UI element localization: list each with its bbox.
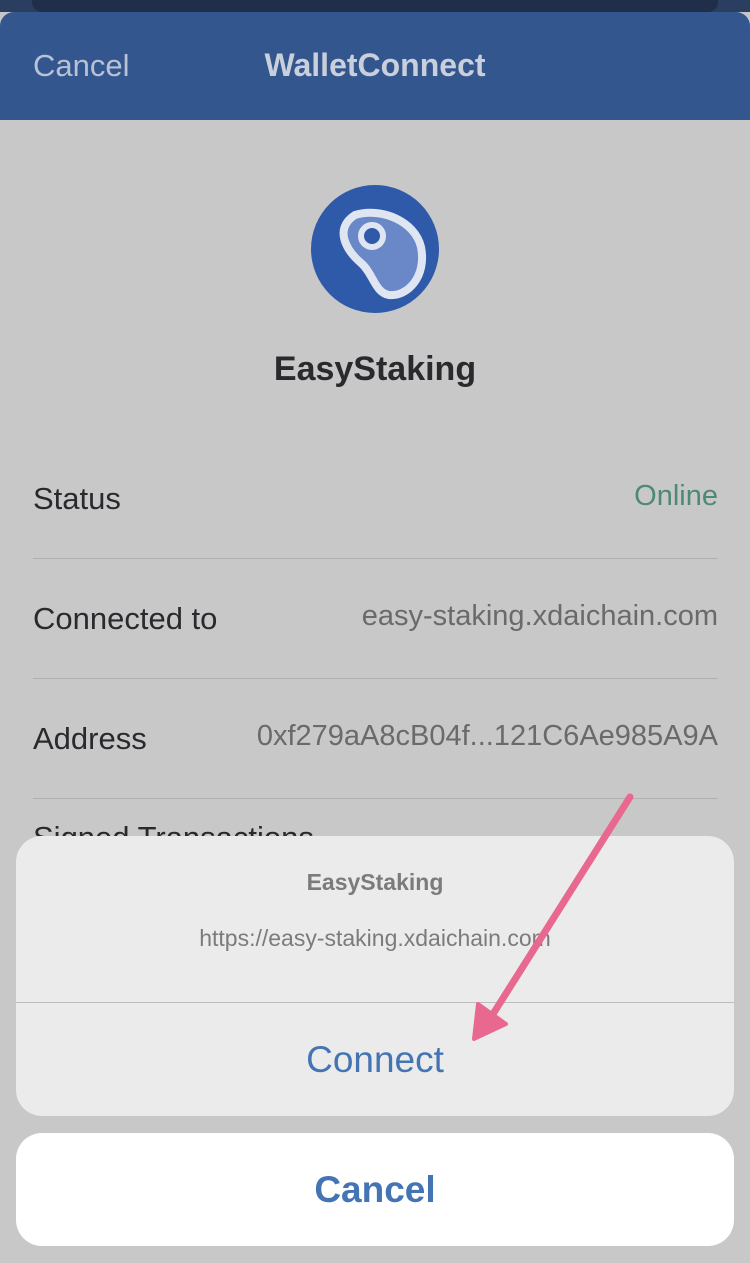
connected-to-value: easy-staking.xdaichain.com (361, 600, 718, 632)
connect-button[interactable]: Connect (16, 1003, 734, 1116)
action-sheet: EasyStaking https://easy-staking.xdaicha… (16, 836, 734, 1116)
status-label: Status (33, 481, 121, 516)
nav-title: WalletConnect (264, 47, 486, 83)
status-row: Status Online (33, 439, 718, 559)
status-value: Online (634, 480, 718, 512)
action-sheet-message: https://easy-staking.xdaichain.com (199, 925, 551, 951)
signed-transactions-row[interactable]: Signed Transactions (33, 820, 314, 836)
app-name: EasyStaking (273, 350, 477, 388)
navigation-bar: Cancel WalletConnect (0, 12, 750, 120)
address-value: 0xf279aA8cB04f...121C6Ae985A9A (256, 720, 718, 752)
background-sheet-edge (32, 0, 718, 12)
address-row: Address 0xf279aA8cB04f...121C6Ae985A9A (33, 679, 718, 799)
action-sheet-cancel-button[interactable]: Cancel (16, 1133, 734, 1246)
connected-to-label: Connected to (33, 601, 218, 636)
divider (33, 798, 718, 799)
action-sheet-title: EasyStaking (306, 869, 444, 895)
connected-to-row: Connected to easy-staking.xdaichain.com (33, 559, 718, 679)
address-label: Address (33, 721, 147, 756)
app-logo-icon (311, 185, 439, 313)
top-strip (0, 0, 750, 12)
